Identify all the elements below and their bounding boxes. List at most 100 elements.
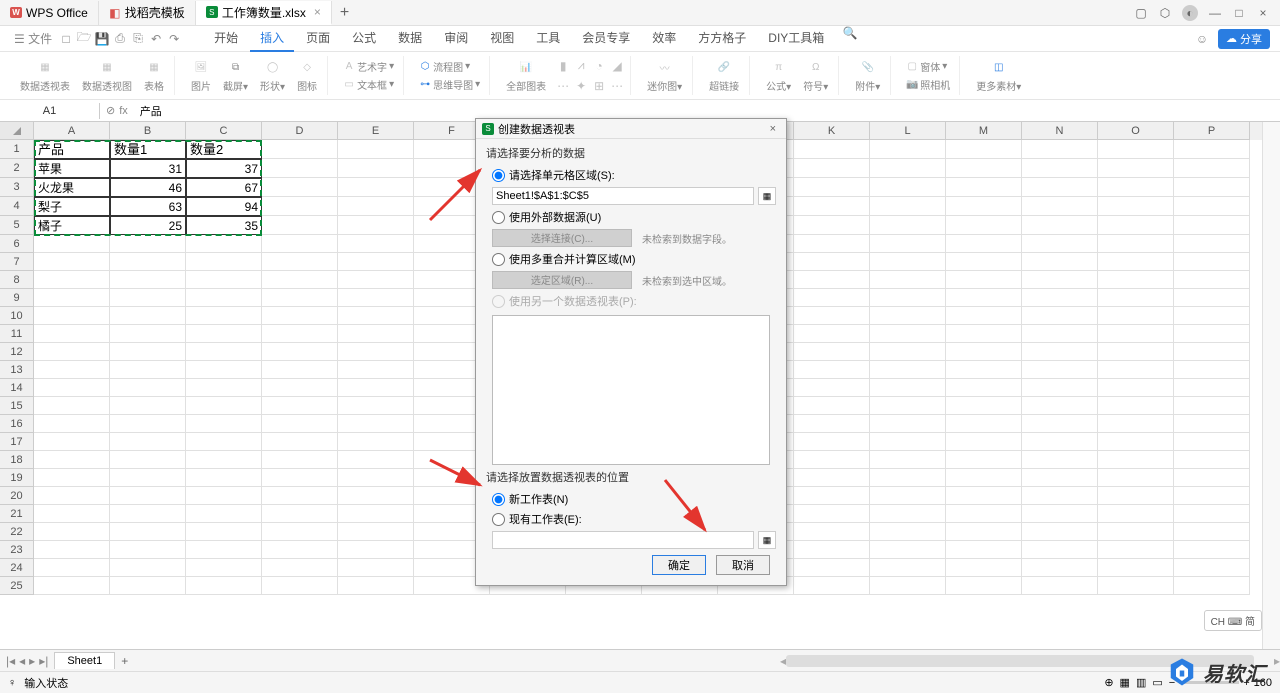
save-icon[interactable]: 💾 [94,31,110,47]
cell[interactable] [794,140,870,159]
cell[interactable] [262,577,338,595]
cell[interactable] [1174,559,1250,577]
cell[interactable] [338,379,414,397]
cell[interactable] [186,577,262,595]
cell[interactable] [870,505,946,523]
cell[interactable] [262,216,338,235]
row-header[interactable]: 16 [0,415,34,433]
cell[interactable] [1174,415,1250,433]
cell[interactable] [1022,541,1098,559]
range-selector-button[interactable]: ▦ [758,531,776,549]
radio-existing-sheet[interactable] [492,513,505,526]
row-header[interactable]: 13 [0,361,34,379]
cell[interactable] [110,559,186,577]
cell[interactable] [34,397,110,415]
cell[interactable] [1098,343,1174,361]
cell[interactable] [794,397,870,415]
cell[interactable] [1022,289,1098,307]
cell[interactable] [1022,343,1098,361]
cell[interactable] [1022,451,1098,469]
tab-workbook[interactable]: S工作簿数量.xlsx× [196,1,332,25]
tab-wps[interactable]: WWPS Office [0,1,99,25]
close-icon[interactable]: × [314,5,321,19]
cell[interactable]: 67 [186,178,262,197]
cell[interactable] [870,523,946,541]
open-icon[interactable]: 🗁 [76,31,92,47]
cell[interactable] [110,253,186,271]
cell[interactable] [338,235,414,253]
cell[interactable] [1174,343,1250,361]
cell[interactable] [1098,397,1174,415]
cell[interactable] [338,505,414,523]
smile-icon[interactable]: ☺ [1194,31,1210,47]
cell[interactable] [1098,361,1174,379]
icons-button[interactable]: ◇图标 [293,56,321,95]
cell[interactable] [870,451,946,469]
cell[interactable] [1022,433,1098,451]
cell[interactable] [870,197,946,216]
radar-chart-icon[interactable]: ✦ [572,77,590,95]
equation-button[interactable]: π公式▾ [762,56,795,95]
cell[interactable] [34,469,110,487]
cell[interactable] [186,415,262,433]
cell[interactable] [946,325,1022,343]
view-normal-icon[interactable]: ▦ [1120,676,1130,689]
cell[interactable] [1098,523,1174,541]
cell[interactable] [262,379,338,397]
cell[interactable] [1174,140,1250,159]
cell[interactable] [338,361,414,379]
cell[interactable] [794,577,870,595]
cell[interactable]: 31 [110,159,186,178]
cell[interactable] [870,379,946,397]
cell[interactable] [870,159,946,178]
cell[interactable] [870,559,946,577]
cell[interactable] [946,487,1022,505]
hyperlink-button[interactable]: 🔗超链接 [705,56,743,95]
cell[interactable] [1022,487,1098,505]
cell[interactable] [946,379,1022,397]
cell[interactable] [794,289,870,307]
cell[interactable] [186,487,262,505]
mindmap-button[interactable]: ⊶思维导图▾ [416,76,483,93]
cell[interactable] [946,253,1022,271]
cell[interactable] [1098,577,1174,595]
line-chart-icon[interactable]: ⩘ [572,57,590,75]
radio-select-range[interactable] [492,169,505,182]
cell[interactable] [186,253,262,271]
cell[interactable] [794,559,870,577]
cell[interactable] [338,271,414,289]
cell[interactable] [870,487,946,505]
dialog-close-button[interactable]: × [766,123,780,135]
cell[interactable] [1098,271,1174,289]
cell[interactable] [338,289,414,307]
cell[interactable] [110,415,186,433]
cell[interactable] [262,307,338,325]
cell[interactable] [946,271,1022,289]
cell[interactable] [262,197,338,216]
combo-chart-icon[interactable]: ⊞ [590,77,608,95]
print-icon[interactable]: ⎙ [112,31,128,47]
col-header[interactable]: A [34,122,110,140]
cell[interactable] [262,289,338,307]
cell[interactable] [338,343,414,361]
cell[interactable] [262,343,338,361]
textbox-button[interactable]: ▭文本框▾ [340,76,397,93]
cell[interactable] [794,235,870,253]
cell[interactable] [870,541,946,559]
cell[interactable] [338,159,414,178]
cell[interactable] [186,325,262,343]
cell[interactable]: 46 [110,178,186,197]
cell[interactable] [794,379,870,397]
cell[interactable] [870,343,946,361]
more-chart-icon[interactable]: ⋯ [608,77,626,95]
tab-insert[interactable]: 插入 [250,25,294,52]
cell[interactable] [262,541,338,559]
preview-icon[interactable]: ⎘ [130,31,146,47]
cell[interactable] [34,361,110,379]
cell[interactable] [1098,379,1174,397]
cancel-button[interactable]: 取消 [716,555,770,575]
cell[interactable] [262,140,338,159]
row-header[interactable]: 4 [0,197,34,216]
new-icon[interactable]: □ [58,31,74,47]
cell[interactable] [34,271,110,289]
